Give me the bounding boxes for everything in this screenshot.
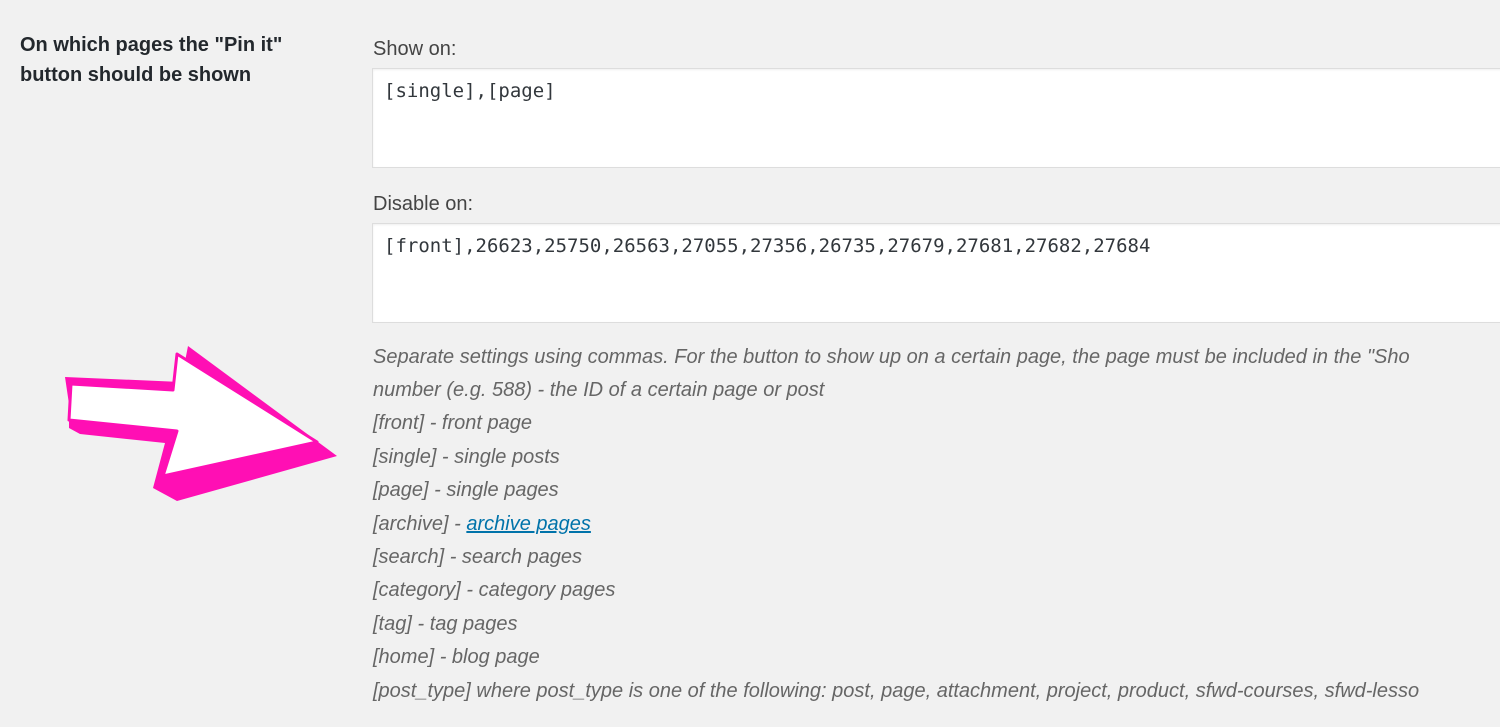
help-archive-line: [archive] - archive pages [373, 508, 1500, 541]
help-front-line: [front] - front page [373, 412, 532, 435]
help-number-line: number (e.g. 588) - the ID of a certain … [373, 379, 825, 401]
help-category-line: [category] - category pages [373, 579, 616, 602]
help-post-type-line: [post_type] where post_type is one of th… [373, 679, 1420, 702]
help-search-line: [search] - search pages [373, 545, 582, 568]
help-archive-prefix: [archive] - [373, 512, 467, 535]
disable-on-textarea[interactable]: [front],26623,25750,26563,27055,27356,26… [372, 223, 1500, 323]
help-text: Separate settings using commas. For the … [373, 340, 1500, 708]
pointing-arrow-icon [65, 346, 337, 501]
archive-pages-link[interactable]: archive pages [466, 513, 591, 535]
disable-on-label: Disable on: [373, 193, 474, 215]
help-home-line: [home] - blog page [373, 646, 540, 669]
show-on-label: Show on: [373, 38, 457, 60]
help-tag-line: [tag] - tag pages [373, 612, 518, 635]
help-intro: Separate settings using commas. For the … [373, 346, 1410, 368]
show-on-textarea[interactable]: [single],[page] [372, 68, 1500, 168]
help-single-line: [single] - single posts [373, 445, 560, 468]
setting-label: On which pages the "Pin it" button shoul… [20, 34, 283, 86]
help-page-line: [page] - single pages [373, 479, 559, 502]
